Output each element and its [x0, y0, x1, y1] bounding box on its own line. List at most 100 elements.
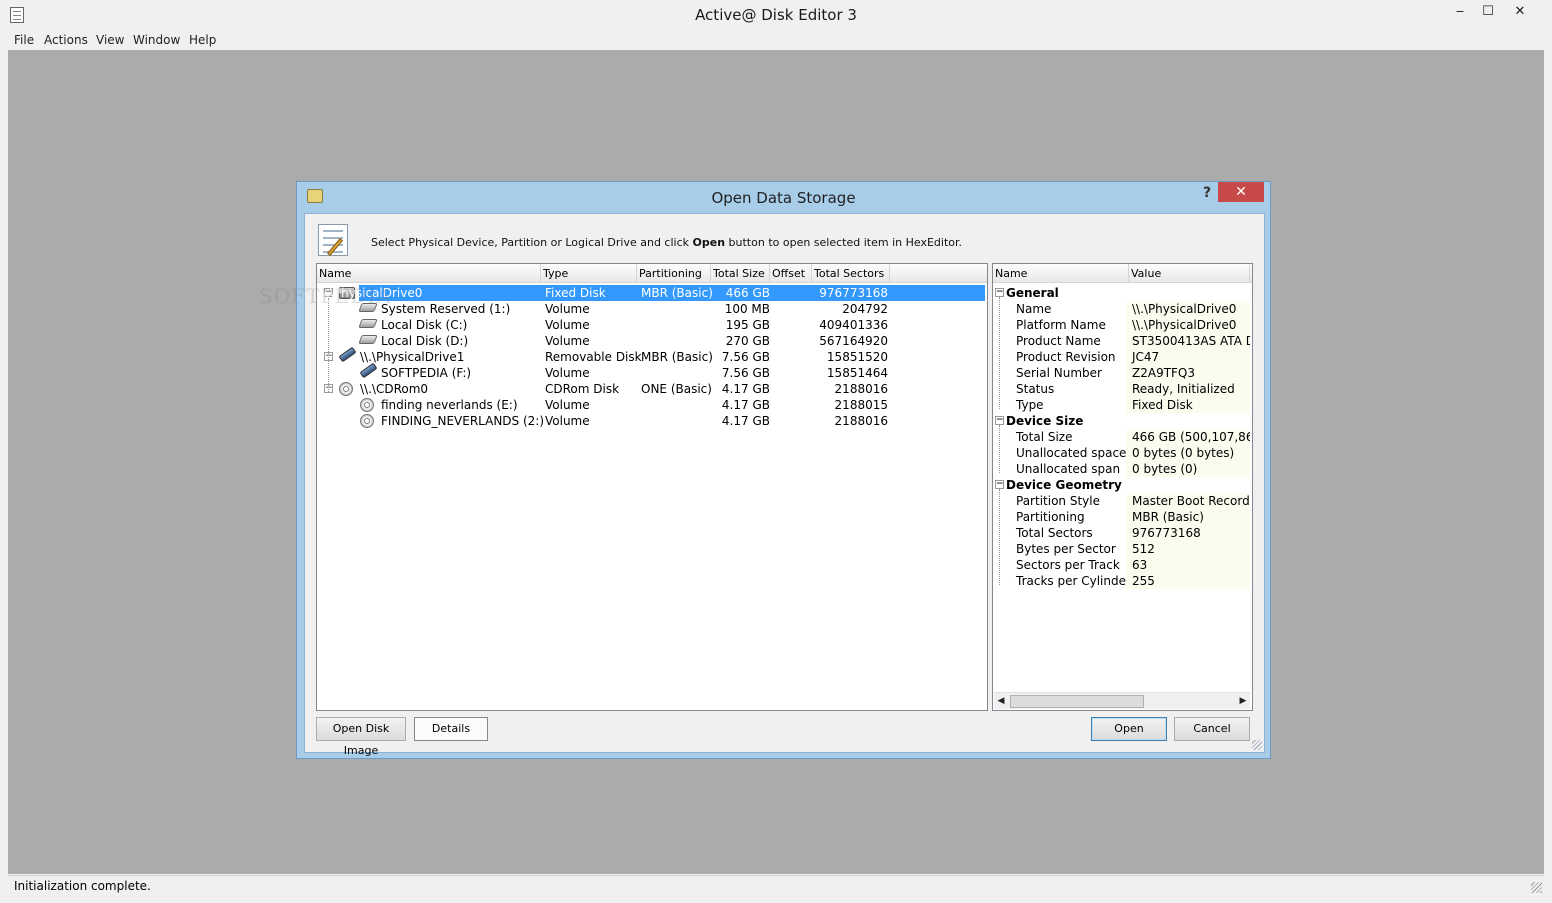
device-total-sectors: 2188016	[834, 414, 888, 428]
device-row[interactable]: − \\.\PhysicalDrive0 Fixed Disk MBR (Basic)…	[318, 285, 985, 301]
device-total-sectors: 2188016	[834, 382, 888, 396]
dialog-title: Open Data Storage	[711, 189, 856, 207]
scroll-left-arrow-icon[interactable]: ◀	[995, 695, 1007, 708]
property-name: Status	[1016, 382, 1055, 396]
property-row[interactable]: Product Name ST3500413AS ATA D	[993, 333, 1250, 349]
device-total-size: 270 GB	[725, 334, 770, 348]
device-row[interactable]: Local Disk (D:) Volume 270 GB 567164920	[317, 333, 985, 349]
property-group[interactable]: − General	[993, 285, 1250, 301]
property-row[interactable]: Total Sectors 976773168	[993, 525, 1250, 541]
device-name: \\.\PhysicalDrive1	[360, 350, 465, 364]
property-row[interactable]: Tracks per Cylinder 255	[993, 573, 1250, 589]
menu-view[interactable]: View	[96, 33, 124, 47]
property-value: 0 bytes (0)	[1126, 461, 1250, 477]
property-value: 63	[1126, 557, 1250, 573]
menu-window[interactable]: Window	[133, 33, 180, 47]
device-row[interactable]: − \\.\CDRom0 CDRom Disk ONE (Basic) 4.17 GB 2…	[317, 381, 985, 397]
property-row[interactable]: Name \\.\PhysicalDrive0	[993, 301, 1250, 317]
maximize-button[interactable]: ☐	[1474, 3, 1502, 23]
device-name: Local Disk (D:)	[381, 334, 469, 348]
device-row[interactable]: SOFTPEDIA (F:) Volume 7.56 GB 15851464	[317, 362, 985, 381]
collapse-icon[interactable]: −	[995, 288, 1004, 297]
menu-file[interactable]: File	[14, 33, 34, 47]
device-total-size: 4.17 GB	[721, 398, 770, 412]
open-disk-image-button[interactable]: Open Disk Image	[316, 717, 406, 757]
property-row[interactable]: Unallocated span 0 bytes (0)	[993, 461, 1250, 477]
device-row[interactable]: Local Disk (C:) Volume 195 GB 409401336	[317, 317, 985, 333]
device-total-size: 466 GB	[725, 286, 770, 300]
device-row[interactable]: System Reserved (1:) Volume 100 MB 204792	[317, 301, 985, 317]
cd-icon	[360, 398, 374, 412]
window-resize-grip[interactable]	[1531, 882, 1542, 893]
property-name: Tracks per Cylinder	[1016, 574, 1131, 588]
column-header-type[interactable]: Type	[541, 264, 637, 283]
property-value: 512	[1126, 541, 1250, 557]
property-group[interactable]: − Device Geometry	[993, 477, 1250, 493]
column-header-offset[interactable]: Offset	[770, 264, 812, 283]
property-row[interactable]: Partitioning MBR (Basic)	[993, 509, 1250, 525]
app-title: Active@ Disk Editor 3	[695, 6, 857, 24]
dialog-resize-grip[interactable]	[1252, 740, 1262, 750]
property-row[interactable]: Platform Name \\.\PhysicalDrive0	[993, 317, 1250, 333]
column-header-total-size[interactable]: Total Size	[711, 264, 770, 283]
property-name: Total Size	[1016, 430, 1073, 444]
device-total-sectors: 15851464	[826, 366, 888, 380]
cancel-button[interactable]: Cancel	[1174, 717, 1250, 741]
property-row[interactable]: Sectors per Track 63	[993, 557, 1250, 573]
close-button[interactable]: ✕	[1506, 3, 1534, 23]
open-data-storage-dialog: Open Data Storage ? ✕ Select Physical De…	[259, 181, 1271, 759]
device-row[interactable]: FINDING_NEVERLANDS (2:) Volume 4.17 GB 2188…	[317, 413, 985, 429]
property-value: MBR (Basic)	[1126, 509, 1250, 525]
details-button[interactable]: Details	[414, 717, 488, 741]
property-group-label: Device Geometry	[1006, 478, 1122, 492]
dialog-close-button[interactable]: ✕	[1218, 182, 1264, 202]
device-row[interactable]: − \\.\PhysicalDrive1 Removable Disk MBR (Ba…	[317, 346, 985, 365]
volume-icon	[358, 319, 378, 328]
volume-icon	[358, 303, 378, 312]
device-name: Local Disk (C:)	[381, 318, 468, 332]
property-row[interactable]: Partition Style Master Boot Record	[993, 493, 1250, 509]
property-group-label: Device Size	[1006, 414, 1084, 428]
property-row[interactable]: Total Size 466 GB (500,107,862	[993, 429, 1250, 445]
column-header-name[interactable]: Name	[317, 264, 541, 283]
collapse-icon[interactable]: −	[995, 416, 1004, 425]
usb-drive-icon	[338, 346, 357, 363]
device-type: Volume	[545, 318, 590, 332]
properties-horizontal-scrollbar[interactable]: ◀ ▶	[994, 692, 1250, 709]
device-tree-list[interactable]: Name Type Partitioning Total Size Offset…	[259, 263, 988, 711]
property-group-label: General	[1006, 286, 1059, 300]
open-button[interactable]: Open	[1091, 717, 1167, 741]
property-row[interactable]: Unallocated space 0 bytes (0 bytes)	[993, 445, 1250, 461]
device-row[interactable]: finding neverlands (E:) Volume 4.17 GB 2188…	[317, 397, 985, 413]
scroll-right-arrow-icon[interactable]: ▶	[1237, 695, 1249, 708]
app-title-bar: Active@ Disk Editor 3 ‒ ☐ ✕	[0, 0, 1552, 30]
property-row[interactable]: Bytes per Sector 512	[993, 541, 1250, 557]
device-type: Fixed Disk	[545, 286, 606, 300]
property-row[interactable]: Serial Number Z2A9TFQ3	[993, 365, 1250, 381]
menu-help[interactable]: Help	[189, 33, 216, 47]
scrollbar-thumb[interactable]	[1010, 695, 1144, 708]
property-name: Sectors per Track	[1016, 558, 1120, 572]
collapse-icon[interactable]: −	[995, 480, 1004, 489]
property-value: \\.\PhysicalDrive0	[1126, 301, 1250, 317]
column-header-total-sectors[interactable]: Total Sectors	[812, 264, 890, 283]
cd-icon	[360, 414, 374, 428]
dialog-help-button[interactable]: ?	[1199, 185, 1215, 201]
property-name: Total Sectors	[1016, 526, 1093, 540]
property-row[interactable]: Product Revision JC47	[993, 349, 1250, 365]
minimize-button[interactable]: ‒	[1446, 3, 1474, 23]
column-header-prop-name[interactable]: Name	[993, 264, 1129, 283]
property-row[interactable]: Type Fixed Disk	[993, 397, 1250, 413]
menu-actions[interactable]: Actions	[44, 33, 88, 47]
device-name: SOFTPEDIA (F:)	[381, 366, 472, 380]
property-row[interactable]: Status Ready, Initialized	[993, 381, 1250, 397]
column-header-partitioning[interactable]: Partitioning	[637, 264, 711, 283]
dialog-title-bar: Open Data Storage ? ✕	[297, 182, 1270, 212]
device-name: System Reserved (1:)	[381, 302, 511, 316]
status-text: Initialization complete.	[14, 879, 151, 893]
column-header-prop-value[interactable]: Value	[1129, 264, 1250, 283]
property-group[interactable]: − Device Size	[993, 413, 1250, 429]
device-properties-grid[interactable]: Name Value − General Name \\.\PhysicalDrive…	[992, 263, 1253, 711]
volume-icon	[358, 335, 378, 344]
device-type: Removable Disk	[545, 350, 642, 364]
